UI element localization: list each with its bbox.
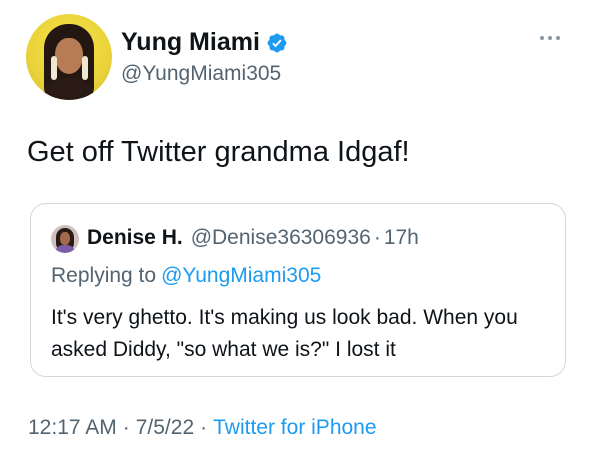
tweet-source-link[interactable]: Twitter for iPhone xyxy=(213,416,376,440)
tweet-time[interactable]: 12:17 AM xyxy=(28,416,117,440)
avatar-earring-left xyxy=(51,56,57,80)
quoted-author-avatar[interactable] xyxy=(51,225,79,253)
quoted-display-name[interactable]: Denise H. xyxy=(87,226,183,250)
dot xyxy=(548,36,552,40)
avatar-body xyxy=(55,245,75,253)
more-options-icon[interactable] xyxy=(540,33,566,43)
tweet-date[interactable]: 7/5/22 xyxy=(136,416,194,440)
tweet-text: Get off Twitter grandma Idgaf! xyxy=(27,136,410,168)
separator-dot: · xyxy=(373,226,381,249)
replying-to: Replying to @YungMiami305 xyxy=(51,264,321,288)
separator-dot: · xyxy=(200,416,208,439)
replying-to-label: Replying to xyxy=(51,264,157,287)
dot xyxy=(540,36,544,40)
author-avatar[interactable] xyxy=(26,14,112,100)
separator-dot: · xyxy=(122,416,130,439)
author-name-row: Yung Miami xyxy=(121,28,288,57)
avatar-face xyxy=(55,38,83,74)
verified-badge-icon xyxy=(267,33,287,52)
dot xyxy=(556,36,560,40)
author-display-name[interactable]: Yung Miami xyxy=(121,28,260,57)
quoted-time[interactable]: 17h xyxy=(384,226,419,250)
avatar-earring-right xyxy=(82,56,88,80)
avatar-face xyxy=(60,232,70,245)
quoted-text: It's very ghetto. It's making us look ba… xyxy=(51,306,518,361)
quoted-header: Denise H. @Denise36306936 · 17h xyxy=(87,226,419,250)
replying-to-handle-link[interactable]: @YungMiami305 xyxy=(161,264,321,287)
quoted-handle[interactable]: @Denise36306936 xyxy=(191,226,371,250)
author-handle[interactable]: @YungMiami305 xyxy=(121,62,281,86)
quoted-tweet[interactable]: Denise H. @Denise36306936 · 17h Replying… xyxy=(30,203,566,377)
tweet-card: Yung Miami @YungMiami305 Get off Twitter… xyxy=(0,0,595,459)
tweet-meta: 12:17 AM · 7/5/22 · Twitter for iPhone xyxy=(28,416,377,440)
